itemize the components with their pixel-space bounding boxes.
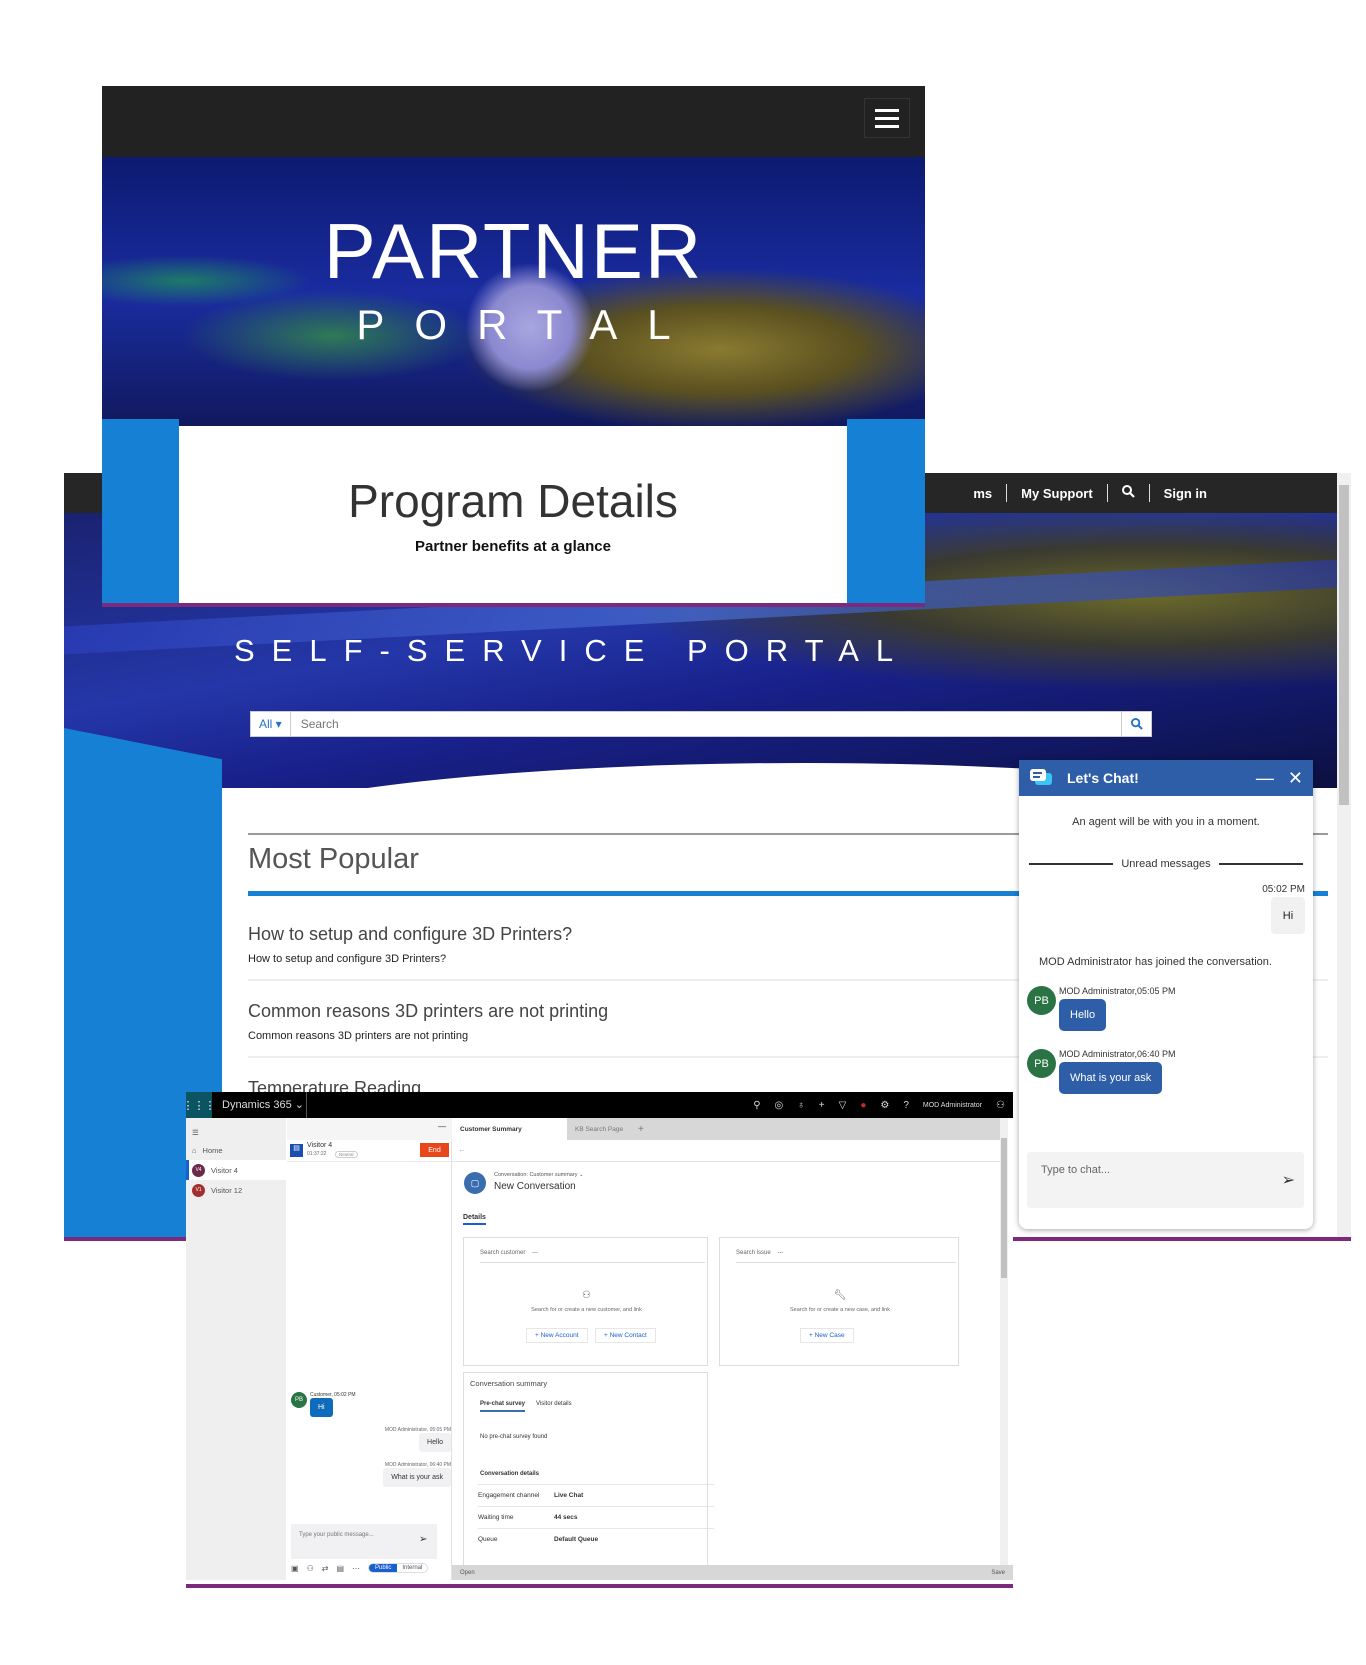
tab-kb-search[interactable]: KB Search Page [567,1118,631,1140]
user-name[interactable]: MOD Administrator [923,1102,982,1109]
avatar: V1 [192,1183,205,1197]
hero-title: SELF-SERVICE PORTAL [234,633,911,668]
new-contact-button[interactable]: + New Contact [595,1328,656,1343]
search-icon[interactable]: ⚲ [753,1100,760,1111]
chat-bubble-icon [1030,769,1052,785]
customer-card: Search customer --- ⚇ Search for or crea… [463,1237,708,1366]
tab-visitor-details[interactable]: Visitor details [536,1401,572,1407]
page-subtitle: Partner benefits at a glance [415,538,611,555]
nav-item-sign-in[interactable]: Sign in [1164,486,1207,501]
record-title: New Conversation [494,1181,576,1192]
main-workspace: Customer Summary KB Search Page + ← ▢ Co… [452,1118,1000,1580]
agent-message: PB MOD Administrator,06:40 PM What is you… [1027,1049,1313,1094]
home-icon: ⌂ [192,1145,197,1155]
compose-input[interactable]: Type your public message... [291,1524,437,1559]
hamburger-menu-icon[interactable]: ☰ [186,1122,286,1142]
dynamics-365-window: ⋮⋮⋮ Dynamics 365 ⌄ ⚲ ◎ ♁ + ▽ ● ⚙ ? MOD A… [186,1092,1013,1588]
chat-icon: ▤ [290,1144,303,1157]
search-bar: All ▾ [250,711,1152,737]
conversation-summary-card: Conversation summary Pre-chat survey Vis… [463,1372,714,1572]
quick-reply-icon[interactable]: ▣ [291,1564,299,1573]
transfer-icon[interactable]: ⇄ [322,1564,329,1573]
search-button[interactable] [1121,712,1151,736]
tab-details[interactable]: Details [463,1214,486,1225]
target-icon[interactable]: ◎ [775,1100,784,1111]
search-icon [1130,718,1143,730]
page-title-box: Program Details Partner benefits at a gl… [179,426,847,603]
tab-customer-summary[interactable]: Customer Summary [452,1118,567,1140]
wrench-icon: 🔧︎ [833,1290,847,1301]
issue-card: Search issue --- 🔧︎ Search for or create… [719,1237,959,1366]
settings-icon[interactable]: ⚙ [880,1100,889,1111]
end-button[interactable]: End [420,1143,449,1157]
app-launcher-icon[interactable]: ⋮⋮⋮ [186,1092,216,1118]
hero-title: PARTNER [323,207,704,295]
sentiment-badge: Neutral [335,1151,358,1158]
more-icon[interactable]: ⋯ [352,1564,360,1573]
plus-icon[interactable]: + [819,1100,825,1111]
avatar: PB [291,1392,307,1408]
system-message: MOD Administrator has joined the convers… [1039,956,1272,968]
send-icon[interactable]: ➢ [1282,1170,1295,1190]
agent-notice: An agent will be with you in a moment. [1072,816,1260,828]
hero-subtitle: PORTAL [356,301,701,348]
nav-item-home[interactable]: ⌂ Home [186,1140,286,1160]
nav-item-visitor-4[interactable]: V4 Visitor 4 [186,1160,286,1180]
status-bar: Open Save [452,1565,1013,1580]
search-icon[interactable] [1121,485,1135,501]
save-button[interactable]: Save [991,1570,1005,1576]
person-icon: ⚇ [582,1290,591,1301]
scrollbar[interactable] [1337,473,1351,1237]
notes-icon[interactable]: ▤ [336,1564,344,1573]
minimize-icon[interactable]: — [438,1122,446,1131]
left-nav: ☰ ⌂ Home V4 Visitor 4 V1 Visitor 12 [186,1118,286,1580]
avatar: PB [1027,986,1056,1015]
nav-item-my-support[interactable]: My Support [1021,486,1093,501]
new-account-button[interactable]: + New Account [526,1328,588,1343]
avatar: PB [1027,1049,1056,1078]
header-bar [102,86,925,157]
chat-transcript: PB Customer, 05:02 PM Hi MOD Administrato… [291,1392,451,1487]
add-tab-icon[interactable]: + [630,1118,652,1140]
chat-input[interactable]: Type to chat... [1027,1152,1304,1208]
hamburger-menu-icon[interactable] [864,98,910,138]
new-case-button[interactable]: + New Case [800,1328,854,1343]
unread-divider: Unread messages [1029,858,1303,870]
conversation-icon: ▢ [464,1172,486,1194]
filter-icon[interactable]: ▽ [839,1100,847,1111]
tab-pre-chat-survey[interactable]: Pre-chat survey [480,1401,526,1412]
avatar: V4 [192,1163,205,1177]
form-selector[interactable]: Conversation: Customer summary ⌄ [494,1172,584,1178]
presence-icon[interactable]: ● [860,1100,866,1111]
message-time: 05:02 PM [1262,884,1305,895]
chat-header: Let's Chat! — ✕ [1019,760,1313,796]
scrollbar[interactable] [1000,1118,1008,1568]
page-title: Program Details [348,475,678,527]
internal-toggle[interactable]: Internal [397,1564,427,1572]
close-icon[interactable]: ✕ [1288,768,1303,789]
session-tabs: Customer Summary KB Search Page + [452,1118,1000,1140]
help-icon[interactable]: ? [903,1100,909,1111]
agent-message: PB MOD Administrator,05:05 PM Hello [1027,986,1313,1031]
session-row[interactable]: ▤ Visitor 4 01:37:22 Neutral End [287,1140,452,1162]
minimize-icon[interactable]: — [1256,768,1274,789]
back-icon[interactable]: ← [458,1145,466,1154]
nav-item-partial[interactable]: ms [973,486,992,501]
search-input[interactable] [290,717,1121,731]
user-message: Hi [1271,897,1305,934]
lightbulb-icon[interactable]: ♁ [797,1100,805,1111]
consult-icon[interactable]: ⚇ [307,1564,314,1573]
nav-item-visitor-12[interactable]: V1 Visitor 12 [186,1180,286,1200]
partner-portal-window: PARTNER PORTAL Program Details Partner b… [102,86,925,607]
public-toggle[interactable]: Public [369,1564,398,1572]
send-icon[interactable]: ➢ [419,1534,427,1545]
search-filter-dropdown[interactable]: All ▾ [251,712,291,736]
chat-title: Let's Chat! [1067,770,1139,786]
app-header: ⋮⋮⋮ Dynamics 365 ⌄ ⚲ ◎ ♁ + ▽ ● ⚙ ? MOD A… [186,1092,1013,1118]
conversation-panel: — ▤ Visitor 4 01:37:22 Neutral End PB Cu… [287,1118,452,1580]
chat-widget: Let's Chat! — ✕ An agent will be with yo… [1019,760,1313,1229]
app-switcher[interactable]: Dynamics 365 ⌄ [222,1098,304,1111]
user-icon[interactable]: ⚇ [996,1100,1005,1111]
